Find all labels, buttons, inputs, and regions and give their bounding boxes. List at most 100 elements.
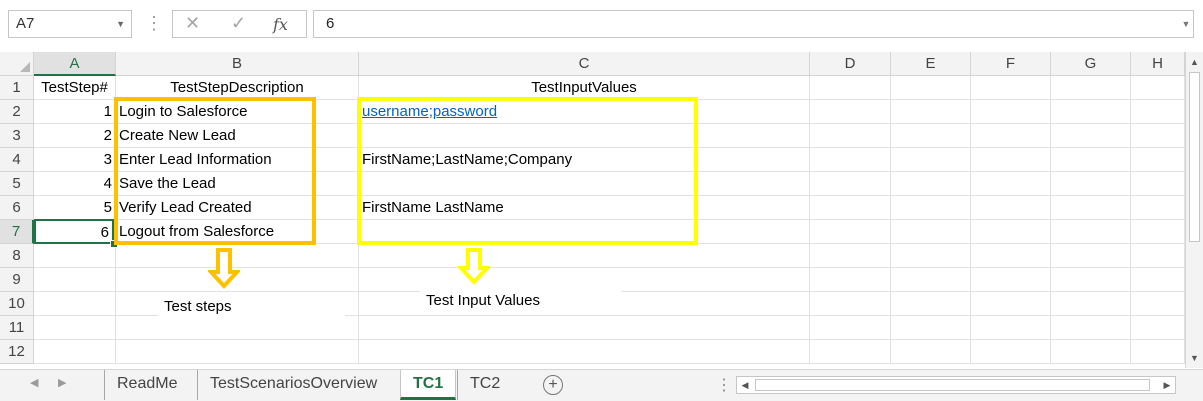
empty-cell[interactable] xyxy=(971,220,1051,244)
empty-cell[interactable] xyxy=(810,172,891,196)
name-box[interactable]: A7 ▼ xyxy=(8,10,132,38)
empty-cell[interactable] xyxy=(891,268,971,292)
add-sheet-icon[interactable]: + xyxy=(543,375,563,395)
empty-cell[interactable] xyxy=(891,292,971,316)
empty-cell[interactable] xyxy=(891,148,971,172)
empty-cell[interactable] xyxy=(971,316,1051,340)
cell-a1[interactable]: TestStep# xyxy=(34,76,116,100)
cell-c4[interactable]: FirstName;LastName;Company xyxy=(359,148,810,172)
tab-readme[interactable]: ReadMe xyxy=(104,370,189,400)
tab-test-scenarios-overview[interactable]: TestScenariosOverview xyxy=(197,370,389,400)
empty-cell[interactable] xyxy=(971,148,1051,172)
empty-cell[interactable] xyxy=(810,124,891,148)
empty-cell[interactable] xyxy=(891,172,971,196)
empty-cell[interactable] xyxy=(971,268,1051,292)
scroll-down-icon[interactable]: ▼ xyxy=(1186,350,1203,366)
scroll-right-icon[interactable]: ▶ xyxy=(1159,377,1175,393)
cell-b5[interactable]: Save the Lead xyxy=(116,172,359,196)
empty-cell[interactable] xyxy=(359,124,810,148)
empty-cell[interactable] xyxy=(116,340,359,364)
empty-cell[interactable] xyxy=(971,244,1051,268)
empty-cell[interactable] xyxy=(891,316,971,340)
cell-a5[interactable]: 4 xyxy=(34,172,116,196)
column-header-d[interactable]: D xyxy=(810,52,891,76)
empty-cell[interactable] xyxy=(34,340,116,364)
empty-cell[interactable] xyxy=(810,268,891,292)
cell-b7[interactable]: Logout from Salesforce xyxy=(116,220,359,244)
empty-cell[interactable] xyxy=(971,196,1051,220)
empty-cell[interactable] xyxy=(971,340,1051,364)
cell-b3[interactable]: Create New Lead xyxy=(116,124,359,148)
cell-a4[interactable]: 3 xyxy=(34,148,116,172)
empty-cell[interactable] xyxy=(810,340,891,364)
empty-cell[interactable] xyxy=(1131,220,1185,244)
column-header-g[interactable]: G xyxy=(1051,52,1131,76)
empty-cell[interactable] xyxy=(1051,100,1131,124)
empty-cell[interactable] xyxy=(34,316,116,340)
cell-b1[interactable]: TestStepDescription xyxy=(116,76,359,100)
empty-cell[interactable] xyxy=(34,292,116,316)
cell-b4[interactable]: Enter Lead Information xyxy=(116,148,359,172)
row-header-8[interactable]: 8 xyxy=(0,244,34,268)
prev-sheet-icon[interactable]: ◀ xyxy=(30,376,38,389)
empty-cell[interactable] xyxy=(1051,316,1131,340)
empty-cell[interactable] xyxy=(359,244,810,268)
empty-cell[interactable] xyxy=(810,292,891,316)
empty-cell[interactable] xyxy=(1051,124,1131,148)
empty-cell[interactable] xyxy=(1131,76,1185,100)
empty-cell[interactable] xyxy=(1131,244,1185,268)
row-header-12[interactable]: 12 xyxy=(0,340,34,364)
cell-c6[interactable]: FirstName LastName xyxy=(359,196,810,220)
row-header-10[interactable]: 10 xyxy=(0,292,34,316)
empty-cell[interactable] xyxy=(971,292,1051,316)
enter-icon[interactable]: ✓ xyxy=(231,13,246,34)
empty-cell[interactable] xyxy=(971,172,1051,196)
cell-a7-active[interactable]: 6 xyxy=(34,219,114,244)
empty-cell[interactable] xyxy=(359,172,810,196)
column-header-b[interactable]: B xyxy=(116,52,359,76)
empty-cell[interactable] xyxy=(359,340,810,364)
horizontal-scroll-thumb[interactable] xyxy=(755,379,1150,391)
insert-function-icon[interactable]: fx xyxy=(273,15,288,34)
row-header-7[interactable]: 7 xyxy=(0,220,34,244)
empty-cell[interactable] xyxy=(1131,340,1185,364)
empty-cell[interactable] xyxy=(810,148,891,172)
empty-cell[interactable] xyxy=(1131,196,1185,220)
empty-cell[interactable] xyxy=(1131,316,1185,340)
empty-cell[interactable] xyxy=(891,76,971,100)
empty-cell[interactable] xyxy=(810,316,891,340)
empty-cell[interactable] xyxy=(810,244,891,268)
empty-cell[interactable] xyxy=(810,220,891,244)
vertical-scrollbar[interactable]: ▲ ▼ xyxy=(1185,52,1203,368)
empty-cell[interactable] xyxy=(34,244,116,268)
scroll-left-icon[interactable]: ◀ xyxy=(737,377,753,393)
empty-cell[interactable] xyxy=(971,76,1051,100)
column-header-c[interactable]: C xyxy=(359,52,810,76)
empty-cell[interactable] xyxy=(891,124,971,148)
formula-input[interactable]: 6 ▼ xyxy=(313,10,1194,38)
empty-cell[interactable] xyxy=(116,316,359,340)
empty-cell[interactable] xyxy=(1131,124,1185,148)
cell-b2[interactable]: Login to Salesforce xyxy=(116,100,359,124)
empty-cell[interactable] xyxy=(810,76,891,100)
empty-cell[interactable] xyxy=(1051,244,1131,268)
empty-cell[interactable] xyxy=(1051,220,1131,244)
empty-cell[interactable] xyxy=(810,196,891,220)
row-header-1[interactable]: 1 xyxy=(0,76,34,100)
empty-cell[interactable] xyxy=(1131,148,1185,172)
scroll-up-icon[interactable]: ▲ xyxy=(1186,54,1203,70)
empty-cell[interactable] xyxy=(1051,268,1131,292)
row-header-9[interactable]: 9 xyxy=(0,268,34,292)
row-header-3[interactable]: 3 xyxy=(0,124,34,148)
empty-cell[interactable] xyxy=(1131,100,1185,124)
row-header-6[interactable]: 6 xyxy=(0,196,34,220)
empty-cell[interactable] xyxy=(971,100,1051,124)
empty-cell[interactable] xyxy=(359,220,810,244)
tab-tc1[interactable]: TC1 xyxy=(400,370,457,400)
empty-cell[interactable] xyxy=(359,316,810,340)
vertical-scroll-thumb[interactable] xyxy=(1189,72,1200,242)
empty-cell[interactable] xyxy=(1051,76,1131,100)
empty-cell[interactable] xyxy=(1131,172,1185,196)
worksheet-grid[interactable]: A B C D E F G H 1 2 3 4 5 6 7 8 9 10 11 … xyxy=(0,52,1185,368)
empty-cell[interactable] xyxy=(34,268,116,292)
